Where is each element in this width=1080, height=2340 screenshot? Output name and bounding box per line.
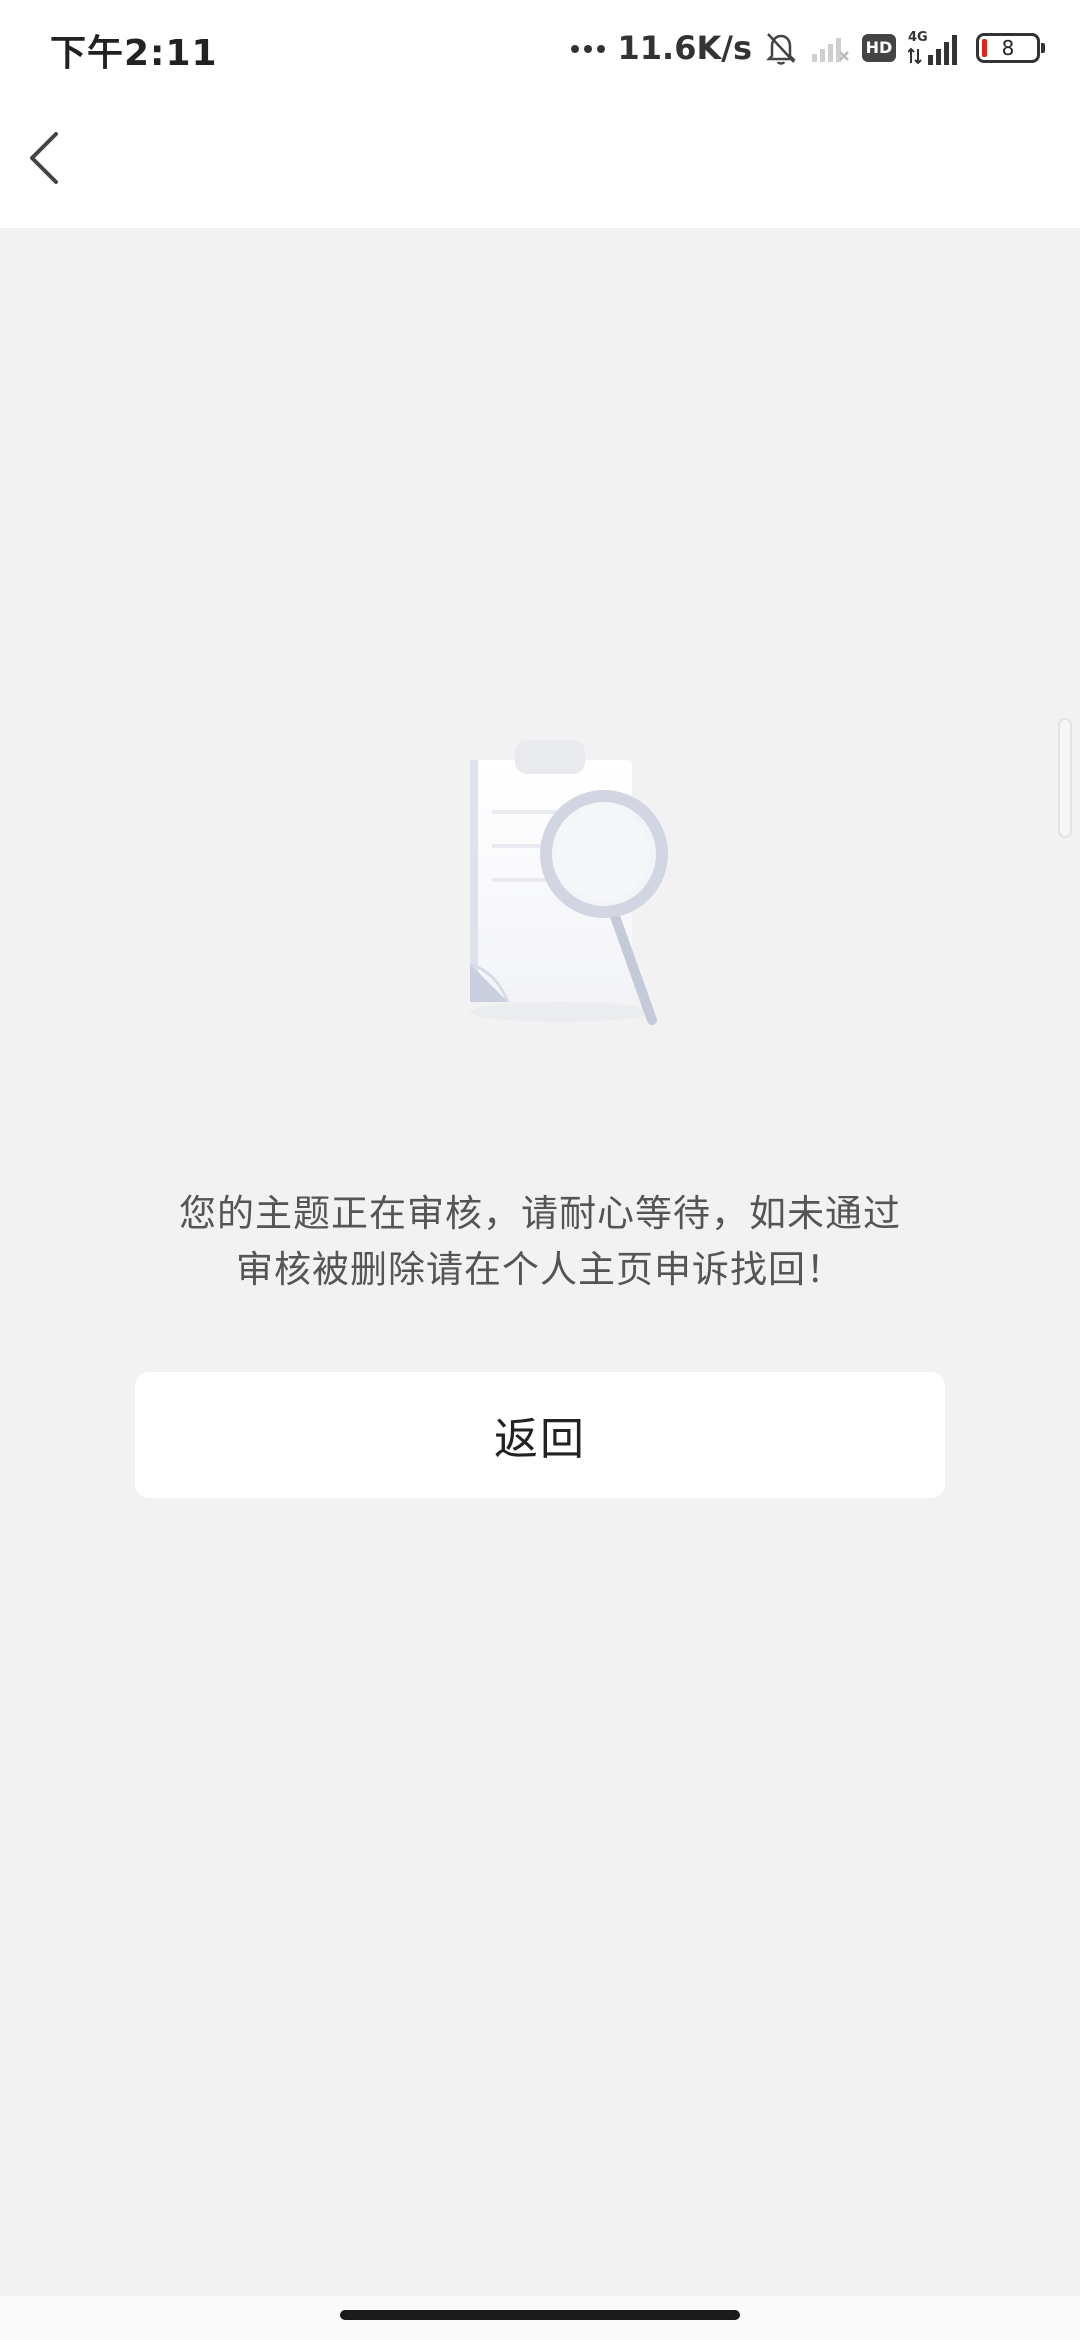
screen: 下午2:11 11.6K/s HD 4G 8 您的主题正在审核，请耐心等待，如未… [0,0,1080,2340]
return-button[interactable]: 返回 [135,1372,945,1498]
battery-level-fill [982,39,987,57]
back-button[interactable] [18,122,82,194]
status-bar: 下午2:11 11.6K/s HD 4G 8 [0,0,1080,96]
more-dots-icon [570,45,605,53]
status-icons: 11.6K/s HD 4G 8 [570,24,1045,72]
signal-empty-icon [812,38,849,62]
status-time: 下午2:11 [50,33,218,74]
network-type-label: 4G [908,30,928,45]
nav-bar [0,96,1080,228]
scrollbar[interactable] [1058,718,1072,838]
bell-muted-icon [765,33,797,65]
battery-icon: 8 [976,33,1045,63]
document-magnifier-icon [440,720,700,1040]
message-line-2: 审核被删除请在个人主页申诉找回！ [236,1248,844,1291]
home-indicator[interactable] [340,2310,740,2320]
battery-level-text: 8 [1001,36,1015,60]
hd-icon: HD [862,34,896,62]
chevron-left-icon [30,132,58,184]
message-line-1: 您的主题正在审核，请耐心等待，如未通过 [179,1192,901,1235]
net-speed: 11.6K/s [617,29,752,67]
signal-4g-icon: 4G [908,30,957,65]
review-pending-message: 您的主题正在审核，请耐心等待，如未通过 审核被删除请在个人主页申诉找回！ [90,1186,990,1298]
